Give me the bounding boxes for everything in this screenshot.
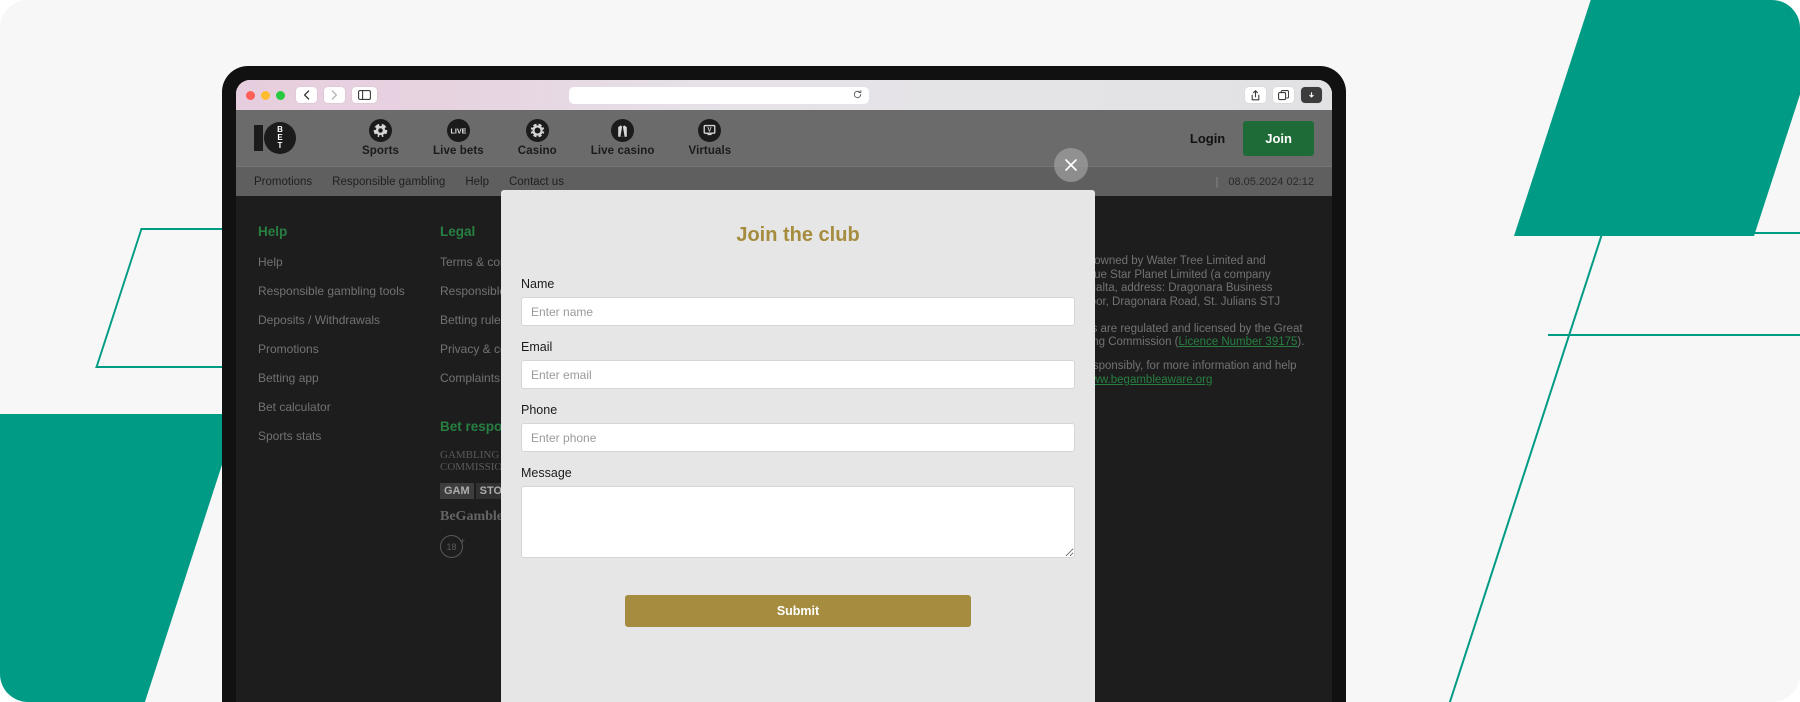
address-bar[interactable] <box>568 86 869 104</box>
window-traffic-lights <box>246 90 285 100</box>
field-name: Name <box>521 277 1075 326</box>
maximize-window-button[interactable] <box>276 90 285 100</box>
current-datetime: 08.05.2024 02:12 <box>1228 175 1314 188</box>
site-header: B E T Sports LIVE Live bets Casino Live … <box>236 110 1332 166</box>
minimize-window-button[interactable] <box>261 90 270 100</box>
nav-label: Virtuals <box>688 145 732 157</box>
subnav-item-contact-us[interactable]: Contact us <box>509 176 564 188</box>
football-icon <box>369 119 393 142</box>
header-account-actions: Login Join <box>1172 120 1314 156</box>
email-input[interactable] <box>521 360 1075 389</box>
chevron-right-icon[interactable] <box>324 87 345 103</box>
dealer-icon <box>611 119 635 142</box>
submit-button[interactable]: Submit <box>625 595 971 627</box>
decor-teal-parallelogram-top-right <box>1514 0 1800 236</box>
reload-icon[interactable] <box>853 89 862 101</box>
nav-item-sports[interactable]: Sports <box>362 119 399 157</box>
browser-chrome <box>236 80 1332 110</box>
svg-text:T: T <box>278 141 283 150</box>
nav-item-virtuals[interactable]: V Virtuals <box>689 119 732 157</box>
site-logo[interactable]: B E T <box>254 120 302 156</box>
name-input[interactable] <box>521 297 1075 326</box>
casino-chip-icon <box>525 119 549 142</box>
close-icon[interactable] <box>1054 148 1088 182</box>
decor-teal-line-upper <box>1550 232 1800 234</box>
nav-label: Sports <box>362 145 400 157</box>
nav-item-casino[interactable]: Casino <box>518 119 557 157</box>
subnav-separator: | <box>1215 175 1219 188</box>
field-email: Email <box>521 340 1075 389</box>
decor-teal-diagonal-line <box>1442 0 1692 702</box>
field-label-phone: Phone <box>521 403 558 417</box>
subnav-item-responsible-gambling[interactable]: Responsible gambling <box>332 176 445 188</box>
nav-label: Live bets <box>433 145 484 157</box>
field-label-name: Name <box>521 277 555 291</box>
login-button[interactable]: Login <box>1172 122 1243 155</box>
sidebar-icon[interactable] <box>352 87 377 103</box>
join-button[interactable]: Join <box>1243 120 1314 156</box>
chevron-left-icon[interactable] <box>296 87 317 103</box>
subnav-item-promotions[interactable]: Promotions <box>254 176 312 188</box>
submit-row: Submit <box>521 577 1075 651</box>
nav-label: Live casino <box>590 145 655 157</box>
subnav-datetime-area: | 08.05.2024 02:12 <box>1216 176 1315 188</box>
decor-teal-parallelogram-bottom-left <box>0 414 239 702</box>
field-message: Message <box>521 466 1075 563</box>
decor-teal-line-lower <box>1548 334 1800 336</box>
phone-input[interactable] <box>521 423 1075 452</box>
download-icon[interactable] <box>1300 87 1322 103</box>
field-label-email: Email <box>521 340 553 354</box>
message-textarea[interactable] <box>521 486 1075 558</box>
svg-text:LIVE: LIVE <box>450 128 466 136</box>
main-navigation: Sports LIVE Live bets Casino Live casino… <box>362 119 731 157</box>
live-icon: LIVE <box>446 119 470 142</box>
share-icon[interactable] <box>1244 87 1266 103</box>
laptop-frame: B E T Sports LIVE Live bets Casino Live … <box>222 66 1346 702</box>
field-phone: Phone <box>521 403 1075 452</box>
field-label-message: Message <box>521 466 572 480</box>
nav-item-live-casino[interactable]: Live casino <box>591 119 655 157</box>
monitor-v-icon: V <box>698 119 722 142</box>
laptop-screen: B E T Sports LIVE Live bets Casino Live … <box>236 80 1332 702</box>
browser-toolbar-actions <box>1244 87 1322 103</box>
close-window-button[interactable] <box>246 90 255 100</box>
tab-overview-icon[interactable] <box>1272 87 1294 103</box>
modal-title: Join the club <box>736 224 860 246</box>
nav-label: Casino <box>517 145 557 157</box>
subnav-item-help[interactable]: Help <box>465 176 489 188</box>
nav-item-live-bets[interactable]: LIVE Live bets <box>433 119 484 157</box>
screenshot-root: B E T Sports LIVE Live bets Casino Live … <box>0 0 1800 702</box>
join-the-club-modal: Join the club Name Email Phone Message <box>501 190 1095 702</box>
